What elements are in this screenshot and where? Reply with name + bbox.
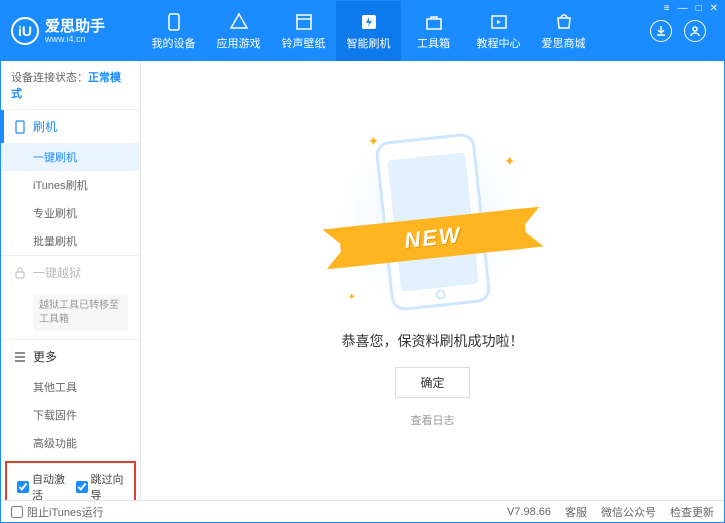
main-nav: 我的设备 应用游戏 铃声壁纸 智能刷机 工具箱 教程中心 爱思商城	[141, 1, 650, 61]
success-message: 恭喜您，保资料刷机成功啦！	[342, 331, 524, 351]
close-icon[interactable]: ✕	[710, 3, 718, 14]
checkbox-input[interactable]	[76, 481, 88, 493]
nav-label: 智能刷机	[347, 35, 391, 51]
maximize-icon[interactable]: □	[696, 3, 702, 14]
nav-wallpaper[interactable]: 铃声壁纸	[271, 1, 336, 61]
nav-tutorial[interactable]: 教程中心	[466, 1, 531, 61]
sidebar-head-jailbreak: 一键越狱	[1, 256, 140, 289]
menu-icon[interactable]: ≡	[664, 3, 670, 14]
tutorial-icon	[489, 12, 509, 32]
app-name: 爱思助手	[45, 19, 105, 34]
nav-store[interactable]: 爱思商城	[531, 1, 596, 61]
main-content: ✦ ✦ ✦ NEW 恭喜您，保资料刷机成功啦！ 确定 查看日志	[141, 61, 724, 500]
checkbox-label: 自动激活	[32, 471, 66, 500]
sparkle-icon: ✦	[504, 153, 516, 170]
nav-label: 铃声壁纸	[282, 35, 326, 51]
app-url: www.i4.cn	[45, 34, 105, 44]
nav-label: 我的设备	[152, 35, 196, 51]
version-label: V7.98.66	[507, 506, 551, 518]
checkbox-skip-guide[interactable]: 跳过向导	[76, 471, 125, 500]
checkbox-auto-activate[interactable]: 自动激活	[17, 471, 66, 500]
footer: 阻止iTunes运行 V7.98.66 客服 微信公众号 检查更新	[1, 500, 724, 522]
sidebar-item-batch[interactable]: 批量刷机	[1, 227, 140, 255]
sidebar-head-label: 刷机	[33, 118, 57, 135]
update-link[interactable]: 检查更新	[670, 504, 714, 520]
phone-icon	[13, 120, 27, 134]
download-icon[interactable]	[650, 20, 672, 42]
view-log-link[interactable]: 查看日志	[411, 412, 455, 428]
sidebar-head-label: 更多	[33, 348, 57, 365]
phone-icon	[164, 12, 184, 32]
sidebar-item-advanced[interactable]: 高级功能	[1, 429, 140, 457]
store-icon	[554, 12, 574, 32]
nav-toolbox[interactable]: 工具箱	[401, 1, 466, 61]
sidebar-head-flash[interactable]: 刷机	[1, 110, 140, 143]
sidebar-head-label: 一键越狱	[33, 264, 81, 281]
sidebar-item-itunes[interactable]: iTunes刷机	[1, 171, 140, 199]
sidebar-section-jailbreak: 一键越狱 越狱工具已转移至工具箱	[1, 256, 140, 340]
success-illustration: ✦ ✦ ✦ NEW	[358, 133, 508, 313]
nav-phone[interactable]: 我的设备	[141, 1, 206, 61]
toolbox-icon	[424, 12, 444, 32]
status-label: 设备连接状态：	[11, 72, 88, 84]
sidebar-item-other[interactable]: 其他工具	[1, 373, 140, 401]
nav-label: 应用游戏	[217, 35, 261, 51]
flash-icon	[359, 12, 379, 32]
ok-button[interactable]: 确定	[395, 367, 469, 398]
sidebar-item-oneclick[interactable]: 一键刷机	[1, 143, 140, 171]
sidebar-head-more[interactable]: 更多	[1, 340, 140, 373]
logo-icon: iU	[11, 17, 39, 45]
sidebar-item-pro[interactable]: 专业刷机	[1, 199, 140, 227]
nav-apps[interactable]: 应用游戏	[206, 1, 271, 61]
sidebar-section-more: 更多 其他工具 下载固件 高级功能	[1, 340, 140, 457]
header-actions	[650, 20, 714, 42]
checkbox-input[interactable]	[11, 506, 23, 518]
ribbon-text: NEW	[403, 222, 463, 254]
logo[interactable]: iU 爱思助手 www.i4.cn	[11, 17, 141, 45]
minimize-icon[interactable]: —	[678, 3, 688, 14]
header: iU 爱思助手 www.i4.cn 我的设备 应用游戏 铃声壁纸 智能刷机 工具箱 教程中…	[1, 1, 724, 61]
sidebar: 设备连接状态：正常模式 刷机 一键刷机 iTunes刷机 专业刷机 批量刷机 一…	[1, 61, 141, 500]
wechat-link[interactable]: 微信公众号	[601, 504, 656, 520]
jailbreak-note: 越狱工具已转移至工具箱	[33, 295, 128, 331]
block-itunes-checkbox[interactable]: 阻止iTunes运行	[11, 504, 104, 520]
checkbox-input[interactable]	[17, 481, 29, 493]
nav-label: 爱思商城	[542, 35, 586, 51]
checkbox-label: 跳过向导	[91, 471, 125, 500]
sparkle-icon: ✦	[348, 292, 356, 303]
device-status: 设备连接状态：正常模式	[1, 61, 140, 110]
sidebar-section-flash: 刷机 一键刷机 iTunes刷机 专业刷机 批量刷机	[1, 110, 140, 256]
nav-label: 工具箱	[417, 35, 450, 51]
support-link[interactable]: 客服	[565, 504, 587, 520]
lock-icon	[13, 267, 27, 279]
wallpaper-icon	[294, 12, 314, 32]
options-highlight: 自动激活 跳过向导	[5, 461, 136, 500]
list-icon	[13, 352, 27, 362]
user-icon[interactable]	[684, 20, 706, 42]
nav-label: 教程中心	[477, 35, 521, 51]
sidebar-item-download[interactable]: 下载固件	[1, 401, 140, 429]
checkbox-label: 阻止iTunes运行	[27, 504, 104, 520]
nav-flash[interactable]: 智能刷机	[336, 1, 401, 61]
window-controls: ≡ — □ ✕	[664, 3, 718, 14]
apps-icon	[229, 12, 249, 32]
